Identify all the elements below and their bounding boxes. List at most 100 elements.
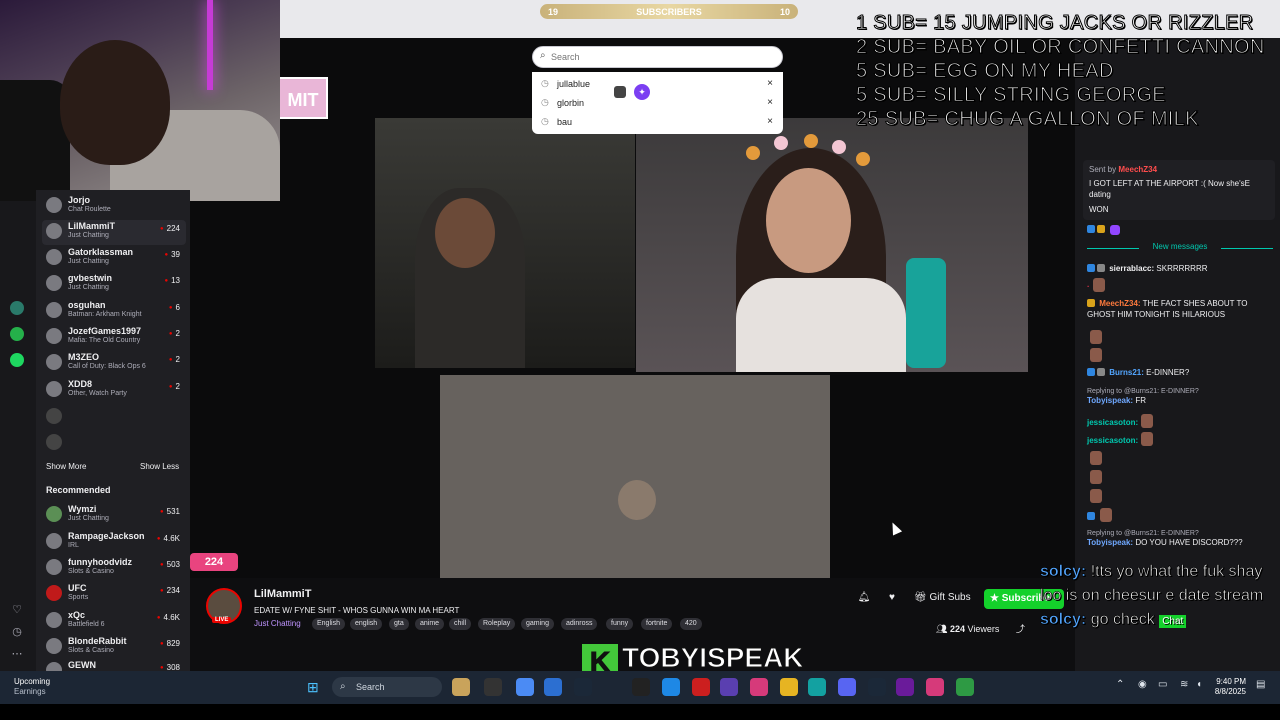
taskbar-search[interactable]: ⌕ Search	[332, 677, 442, 697]
search-box[interactable]: ⌕	[532, 46, 783, 68]
close-icon[interactable]: ×	[767, 78, 773, 89]
tray-icon[interactable]: ◉	[1138, 679, 1147, 690]
chat-message-text: SKRRRRRRR	[1156, 264, 1208, 273]
taskbar-clock[interactable]: 9:40 PM 8/8/2025	[1206, 677, 1246, 697]
heart-icon[interactable]: ♡	[10, 603, 24, 617]
chat-username: jessicasoton:	[1087, 436, 1139, 445]
search-history-item[interactable]: ◷ jullablue ×	[532, 75, 783, 94]
stream-tag[interactable]: funny	[606, 618, 634, 630]
recommended-channel[interactable]: funnyhoodvidz Slots & Casino 503	[42, 556, 186, 581]
followed-channels-sidebar: Jorjo Chat Roulette LilMammiT Just Chatt…	[36, 190, 190, 678]
channel-name: GEWN	[68, 660, 96, 670]
search-history-item[interactable]: ◷ glorbin ×	[532, 94, 783, 113]
widget-title: Upcoming	[14, 677, 51, 686]
edge-icon[interactable]	[662, 678, 680, 696]
stream-tag[interactable]: chill	[449, 618, 472, 630]
recommended-channel[interactable]: Wymzi Just Chatting 531	[42, 503, 186, 528]
channel-name[interactable]: LilMammiT	[254, 588, 311, 600]
left-rail: ♡ ◷ ⋯	[0, 201, 36, 671]
stream-category[interactable]: Just Chatting	[254, 619, 301, 628]
recommended-channel[interactable]: UFC Sports 234	[42, 582, 186, 607]
recommended-channel[interactable]: xQc Battlefield 6 4.6K	[42, 609, 186, 634]
channel-category: Slots & Casino	[68, 647, 114, 654]
stream-tag[interactable]: Roleplay	[478, 618, 516, 630]
chrome-icon[interactable]	[780, 678, 798, 696]
sidebar-channel[interactable]: osguhan Batman: Arkham Knight 6	[42, 299, 186, 324]
task-view-icon[interactable]	[484, 678, 502, 696]
volume-icon[interactable]: ◖	[1196, 679, 1202, 690]
chat-button[interactable]: Chat	[1159, 615, 1187, 628]
app-icon[interactable]	[896, 678, 914, 696]
sidebar-channel[interactable]: Gatorklassman Just Chatting 39	[42, 246, 186, 271]
windows-start-icon[interactable]: ⊞	[307, 679, 323, 695]
channel-category: Just Chatting	[68, 232, 109, 239]
bell-icon[interactable]: 🔔︎	[854, 590, 874, 606]
channel-category: Other, Watch Party	[68, 390, 127, 397]
recommended-channel[interactable]: RampageJackson IRL 4.6K	[42, 530, 186, 555]
viewer-count: 👥︎ 224 Viewers ⤴	[936, 622, 1025, 635]
stream-tag[interactable]: gta	[389, 618, 409, 630]
discord-icon[interactable]	[838, 678, 856, 696]
stream-title: EDATE W/ FYNE SHIT - WHOS GUNNA WIN MA H…	[254, 606, 460, 615]
recommended-channel[interactable]: BlondeRabbit Slots & Casino 829	[42, 635, 186, 660]
stream-tag[interactable]: 420	[680, 618, 702, 630]
more-icon[interactable]: ⋯	[10, 647, 24, 661]
gift-subs-button[interactable]: 🎁︎ Gift Subs	[914, 589, 971, 607]
heart-icon[interactable]: ♥	[882, 590, 902, 606]
watermark-text: TOBYISPEAK	[622, 642, 805, 674]
stream-tag[interactable]: gaming	[521, 618, 554, 630]
avatar	[46, 328, 62, 344]
sidebar-channel-offline[interactable]	[42, 431, 186, 456]
app-icon[interactable]	[720, 678, 738, 696]
steam-icon[interactable]	[868, 678, 886, 696]
sidebar-channel[interactable]: XDD8 Other, Watch Party 2	[42, 378, 186, 403]
stream-tag[interactable]: English	[312, 618, 345, 630]
app-icon[interactable]	[10, 301, 24, 315]
stream-tag[interactable]: anime	[415, 618, 445, 630]
sidebar-channel[interactable]: LilMammiT Just Chatting 224	[42, 220, 186, 245]
channel-category: Just Chatting	[68, 258, 109, 265]
sidebar-channel[interactable]: gvbestwin Just Chatting 13	[42, 272, 186, 297]
app-icon[interactable]	[452, 678, 470, 696]
wifi-icon[interactable]: ≋	[1180, 679, 1188, 690]
app-icon[interactable]	[632, 678, 650, 696]
new-messages-divider: New messages	[1087, 242, 1273, 254]
chat-username: Burns21:	[1109, 368, 1144, 377]
share-icon[interactable]: ⤴	[1016, 624, 1025, 634]
whatsapp-icon[interactable]	[10, 327, 24, 341]
notification-icon[interactable]: ▤	[1256, 679, 1265, 690]
close-icon[interactable]: ×	[767, 97, 773, 108]
spotify-icon[interactable]	[10, 353, 24, 367]
stream-tag[interactable]: adinross	[561, 618, 598, 630]
show-more-link[interactable]: Show More	[46, 462, 86, 471]
chevron-up-icon[interactable]: ⌃	[1116, 679, 1124, 690]
app-icon[interactable]	[926, 678, 944, 696]
tray-icon[interactable]: ▭	[1158, 679, 1167, 690]
sidebar-channel-offline[interactable]	[42, 405, 186, 430]
app-icon[interactable]	[808, 678, 826, 696]
sidebar-channel-partial[interactable]: Jorjo Chat Roulette	[42, 194, 186, 219]
search-history-item[interactable]: ◷ bau ×	[532, 113, 783, 132]
opera-icon[interactable]	[692, 678, 710, 696]
weather-widget[interactable]: Upcoming Earnings	[14, 677, 50, 697]
copilot-icon[interactable]	[516, 678, 534, 696]
sidebar-channel[interactable]: M3ZEO Call of Duty: Black Ops 6 2	[42, 351, 186, 376]
viewer-count: 234	[160, 586, 180, 595]
stream-tag[interactable]: fortnite	[641, 618, 673, 630]
avatar	[46, 533, 62, 549]
channel-name: xQc	[68, 610, 86, 620]
avatar	[46, 434, 62, 450]
app-icon[interactable]	[750, 678, 768, 696]
steam-icon[interactable]	[574, 678, 592, 696]
app-icon[interactable]	[544, 678, 562, 696]
viewer-count: 4.6K	[157, 613, 180, 622]
chrome-icon[interactable]	[956, 678, 974, 696]
chat-message: Burns21: E-DINNER?	[1087, 367, 1273, 378]
sidebar-channel[interactable]: JozefGames1997 Mafia: The Old Country 2	[42, 325, 186, 350]
history-icon[interactable]: ◷	[10, 625, 24, 639]
close-icon[interactable]: ×	[767, 116, 773, 127]
search-input[interactable]	[551, 50, 771, 64]
stream-tag[interactable]: english	[350, 618, 383, 630]
show-less-link[interactable]: Show Less	[140, 462, 179, 471]
channel-category: Mafia: The Old Country	[68, 337, 141, 344]
